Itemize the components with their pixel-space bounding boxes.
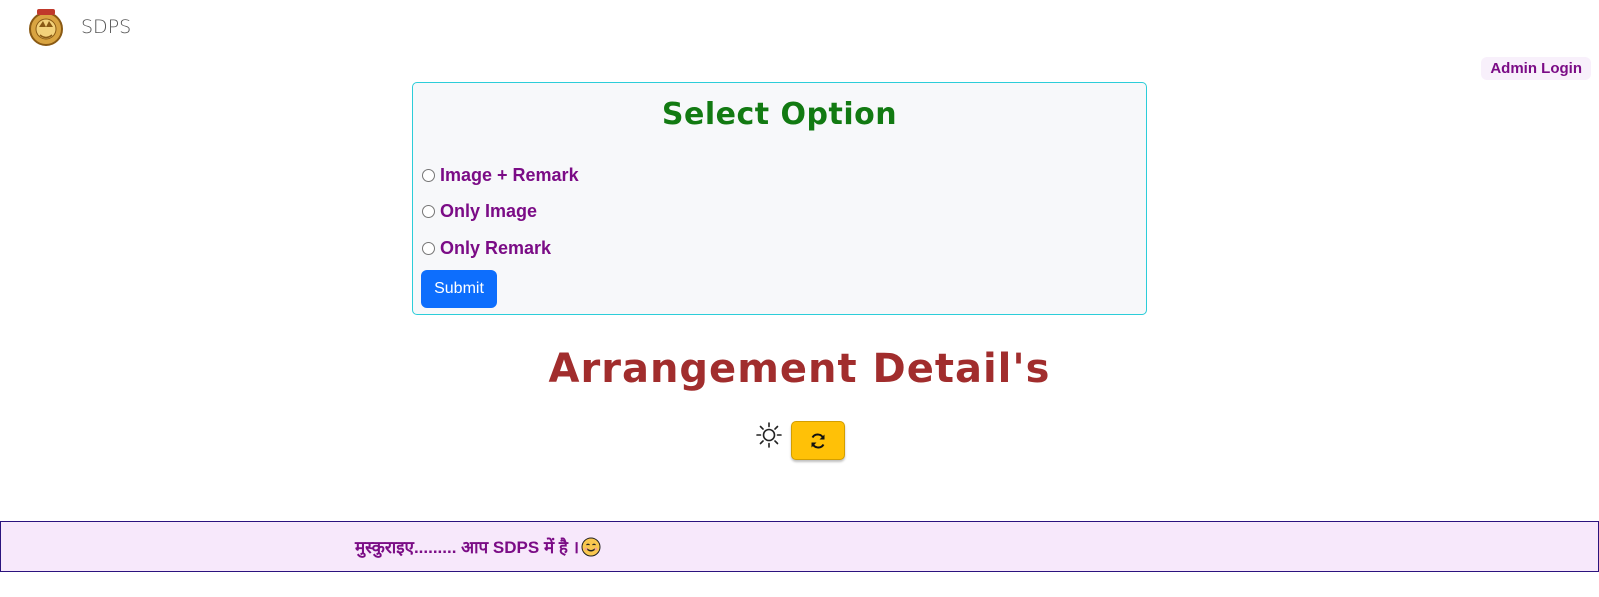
radio-only-remark[interactable] — [422, 242, 435, 255]
option-only-remark[interactable]: Only Remark — [421, 238, 551, 259]
option-label: Only Remark — [440, 238, 552, 258]
brand-name[interactable]: SDPS — [81, 16, 131, 38]
refresh-icon — [811, 433, 825, 448]
footer-message: मुस्कुराइए......... आप SDPS में है । — [355, 538, 580, 557]
footer-bar: मुस्कुराइए......... आप SDPS में है । — [0, 521, 1599, 572]
smiley-icon — [581, 537, 601, 556]
select-option-title: Select Option — [661, 97, 898, 132]
radio-only-image[interactable] — [422, 205, 435, 218]
sun-icon[interactable] — [755, 421, 783, 449]
select-option-card: Select Option Image + Remark Only Image … — [412, 82, 1147, 315]
navbar: SDPS — [0, 0, 1599, 58]
submit-button[interactable]: Submit — [421, 270, 497, 308]
option-only-image[interactable]: Only Image — [421, 201, 537, 222]
option-image-remark[interactable]: Image + Remark — [421, 165, 579, 186]
arrangement-title: Arrangement Detail's — [548, 346, 1051, 392]
radio-image-remark[interactable] — [422, 169, 435, 182]
emblem-logo-icon[interactable] — [27, 7, 65, 47]
admin-login-link[interactable]: Admin Login — [1481, 57, 1591, 80]
option-label: Only Image — [440, 201, 538, 221]
option-label: Image + Remark — [440, 165, 579, 185]
footer-message-row: मुस्कुराइए......... आप SDPS में है । — [355, 535, 601, 558]
refresh-button[interactable] — [791, 421, 845, 460]
